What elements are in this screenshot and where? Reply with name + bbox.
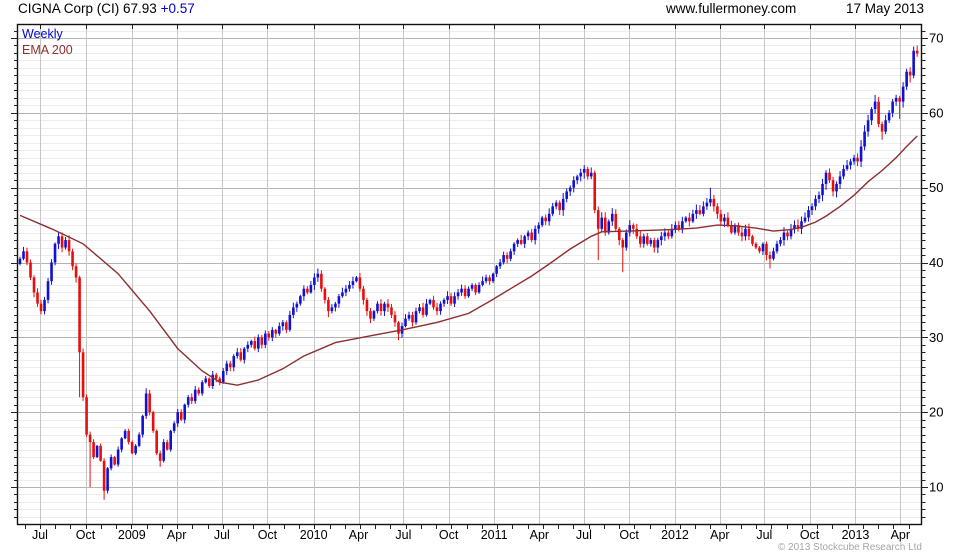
y-axis-tick-label: 50	[929, 180, 943, 195]
y-axis-tick-label: 70	[929, 31, 943, 46]
x-axis-tick-label: 2010	[300, 528, 328, 542]
x-axis-tick-label: 2012	[661, 528, 689, 542]
candle	[53, 242, 57, 266]
candle	[155, 429, 158, 456]
y-axis-tick-label: 40	[929, 255, 943, 270]
x-axis-tick-label: Jul	[576, 528, 592, 542]
candle	[29, 259, 32, 280]
candle	[593, 170, 597, 214]
x-axis-tick-label: Jul	[395, 528, 411, 542]
candle	[106, 467, 109, 494]
y-axis-tick-label: 10	[929, 480, 943, 495]
x-axis-tick-label: 2013	[842, 528, 870, 542]
price-chart: 10 20 30 40 50 60 70 Jul Oct 2009 Apr Jul Oct 2010 Apr…	[11, 23, 943, 542]
candle	[95, 444, 99, 459]
x-axis-tick-label: 2011	[481, 528, 508, 542]
x-axis-tick-label: Jul	[214, 528, 230, 542]
x-axis-tick-label: Oct	[258, 528, 278, 542]
y-axis-tick-label: 30	[929, 330, 943, 345]
x-axis-tick-label: Oct	[439, 528, 459, 542]
candle	[200, 380, 204, 396]
y-axis-tick-label: 20	[929, 405, 943, 420]
candle	[912, 46, 915, 79]
candle	[162, 439, 165, 463]
y-axis-tick-label: 60	[929, 105, 943, 120]
candle	[81, 348, 85, 401]
x-axis-tick-label: Oct	[800, 528, 820, 542]
candle	[141, 414, 144, 438]
x-axis-tick-label: Oct	[619, 528, 639, 542]
x-axis-tick-label: Apr	[530, 528, 549, 542]
y-axis-labels: 10 20 30 40 50 60 70	[929, 31, 943, 495]
x-axis-tick-label: Apr	[891, 528, 910, 542]
plot-background	[18, 25, 921, 524]
candle	[169, 429, 172, 452]
candle	[50, 259, 53, 285]
x-axis-tick-label: Apr	[167, 528, 186, 542]
x-axis-tick-label: 2009	[118, 528, 146, 542]
candle	[148, 389, 151, 416]
candle	[99, 443, 102, 462]
chart-window: CIGNA Corp (CI) 67.93 +0.57 www.fullermo…	[0, 0, 980, 560]
candle	[113, 455, 116, 466]
candle	[130, 440, 134, 455]
candle	[624, 229, 628, 251]
legend-weekly-label: Weekly	[22, 27, 63, 41]
copyright-label: © 2013 Stockcube Research Ltd	[777, 542, 922, 553]
x-axis-labels: Jul Oct 2009 Apr Jul Oct 2010 Apr Jul Oct 2011 Apr J…	[32, 528, 910, 542]
candle	[85, 394, 88, 437]
x-axis-tick-label: Apr	[349, 528, 368, 542]
x-axis-tick-label: Jul	[756, 528, 772, 542]
candle	[46, 277, 50, 304]
x-axis-tick-label: Jul	[32, 528, 48, 542]
x-axis-tick-label: Apr	[710, 528, 729, 542]
x-axis-tick-label: Oct	[76, 528, 96, 542]
legend-ema-label: EMA 200	[22, 43, 73, 57]
candle	[151, 410, 155, 433]
candle	[607, 219, 611, 235]
candle	[92, 439, 95, 460]
